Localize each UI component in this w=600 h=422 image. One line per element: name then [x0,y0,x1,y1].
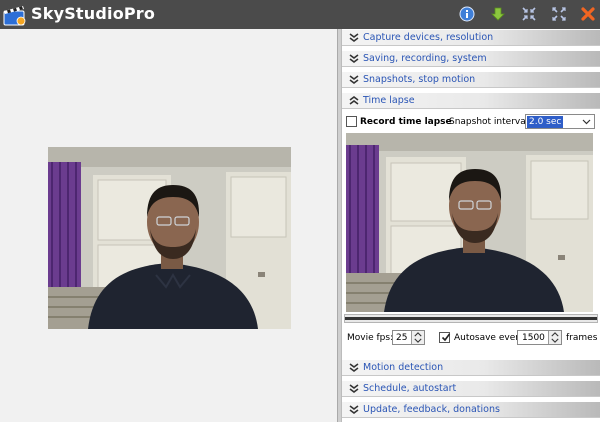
record-time-lapse-label: Record time lapse [360,116,452,127]
settings-panel: Capture devices, resolution Saving, reco… [342,29,600,422]
webcam-preview-video [48,147,291,329]
chevron-double-down-icon [349,404,359,414]
timelapse-controls: Record time lapse Snapshot interval: 2.0… [342,112,600,132]
autosave-frames-value: 1500 [522,332,545,343]
spin-arrows-icon[interactable] [548,331,561,344]
section-label: Saving, recording, system [363,53,487,64]
autosave-option[interactable]: Autosave every [439,332,524,343]
record-time-lapse-checkbox[interactable] [346,116,357,127]
section-schedule-autostart[interactable]: Schedule, autostart [342,380,600,397]
frames-label: frames [566,333,598,343]
section-snapshots[interactable]: Snapshots, stop motion [342,71,600,88]
section-label: Time lapse [363,95,415,106]
snapshot-interval-label: Snapshot interval: [449,117,532,127]
chevron-double-down-icon [349,362,359,372]
section-capture-devices[interactable]: Capture devices, resolution [342,29,600,46]
checkmark-icon [441,333,451,342]
snapshot-interval-value: 2.0 sec [527,115,564,128]
close-icon[interactable] [580,6,596,22]
chevron-down-icon [582,119,591,125]
section-label: Update, feedback, donations [363,404,500,415]
section-label: Snapshots, stop motion [363,74,476,85]
movie-settings-row: Movie fps: 25 Autosave every 1500 frames [342,329,600,347]
chevron-double-up-icon [349,95,359,105]
preview-pane [0,29,337,422]
section-update-feedback[interactable]: Update, feedback, donations [342,401,600,418]
movie-fps-stepper[interactable]: 25 [392,330,425,345]
spin-arrows-icon[interactable] [411,331,424,344]
horizontal-scrollbar[interactable] [344,314,598,323]
chevron-double-down-icon [349,53,359,63]
app-title: SkyStudioPro [31,4,156,23]
section-label: Motion detection [363,362,444,373]
section-label: Capture devices, resolution [363,32,494,43]
section-motion-detection[interactable]: Motion detection [342,359,600,376]
fullscreen-icon[interactable] [551,6,567,22]
chevron-double-down-icon [349,32,359,42]
movie-fps-label: Movie fps: [347,333,394,343]
chevron-double-down-icon [349,383,359,393]
clapperboard-logo-icon [3,6,26,26]
movie-fps-value: 25 [396,332,408,343]
section-time-lapse[interactable]: Time lapse [342,92,600,109]
section-saving-recording[interactable]: Saving, recording, system [342,50,600,67]
chevron-double-down-icon [349,74,359,84]
snapshot-interval-select[interactable]: 2.0 sec [525,114,595,129]
scrollbar-track [345,317,597,320]
autosave-frames-stepper[interactable]: 1500 [517,330,562,345]
info-icon[interactable] [459,6,475,22]
shrink-icon[interactable] [521,6,537,22]
download-arrow-icon[interactable] [490,6,506,22]
record-time-lapse-option[interactable]: Record time lapse [346,116,452,127]
autosave-checkbox[interactable] [439,332,451,343]
title-bar: SkyStudioPro [0,0,600,29]
timelapse-preview-video [346,133,593,312]
section-label: Schedule, autostart [363,383,457,394]
autosave-label: Autosave every [454,332,525,343]
